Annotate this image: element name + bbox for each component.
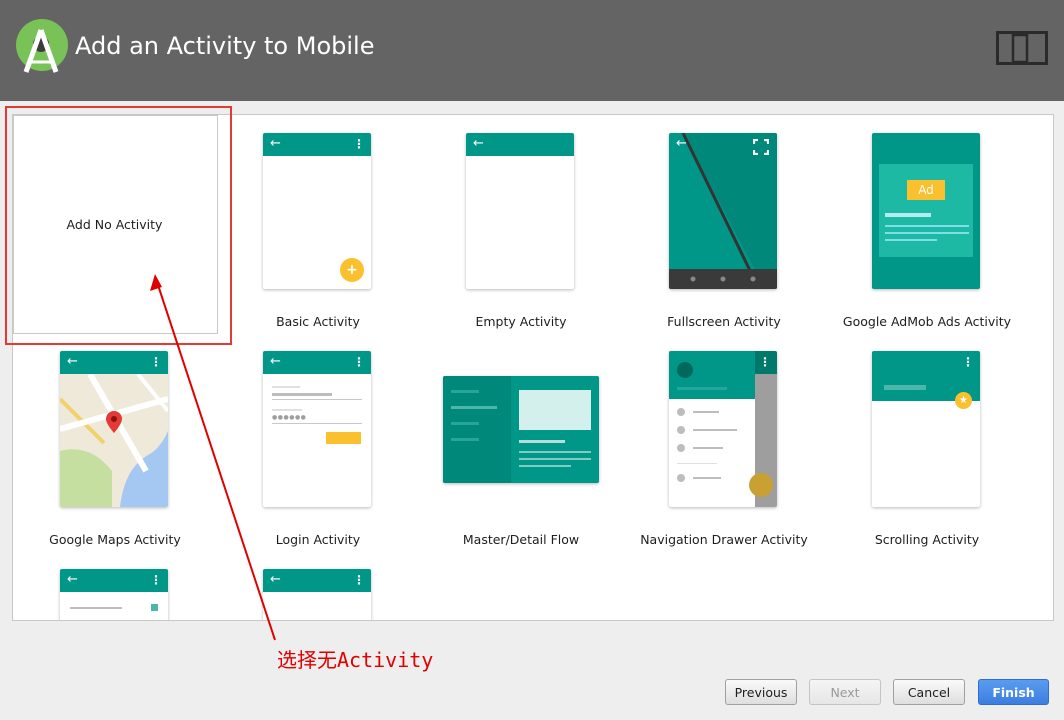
- finish-button[interactable]: Finish: [978, 679, 1049, 705]
- next-button[interactable]: Next: [809, 679, 881, 705]
- previous-button[interactable]: Previous: [725, 679, 797, 705]
- annotation-arrow: [150, 274, 276, 641]
- annotation-text: 选择无Activity: [277, 648, 434, 672]
- cancel-button[interactable]: Cancel: [893, 679, 965, 705]
